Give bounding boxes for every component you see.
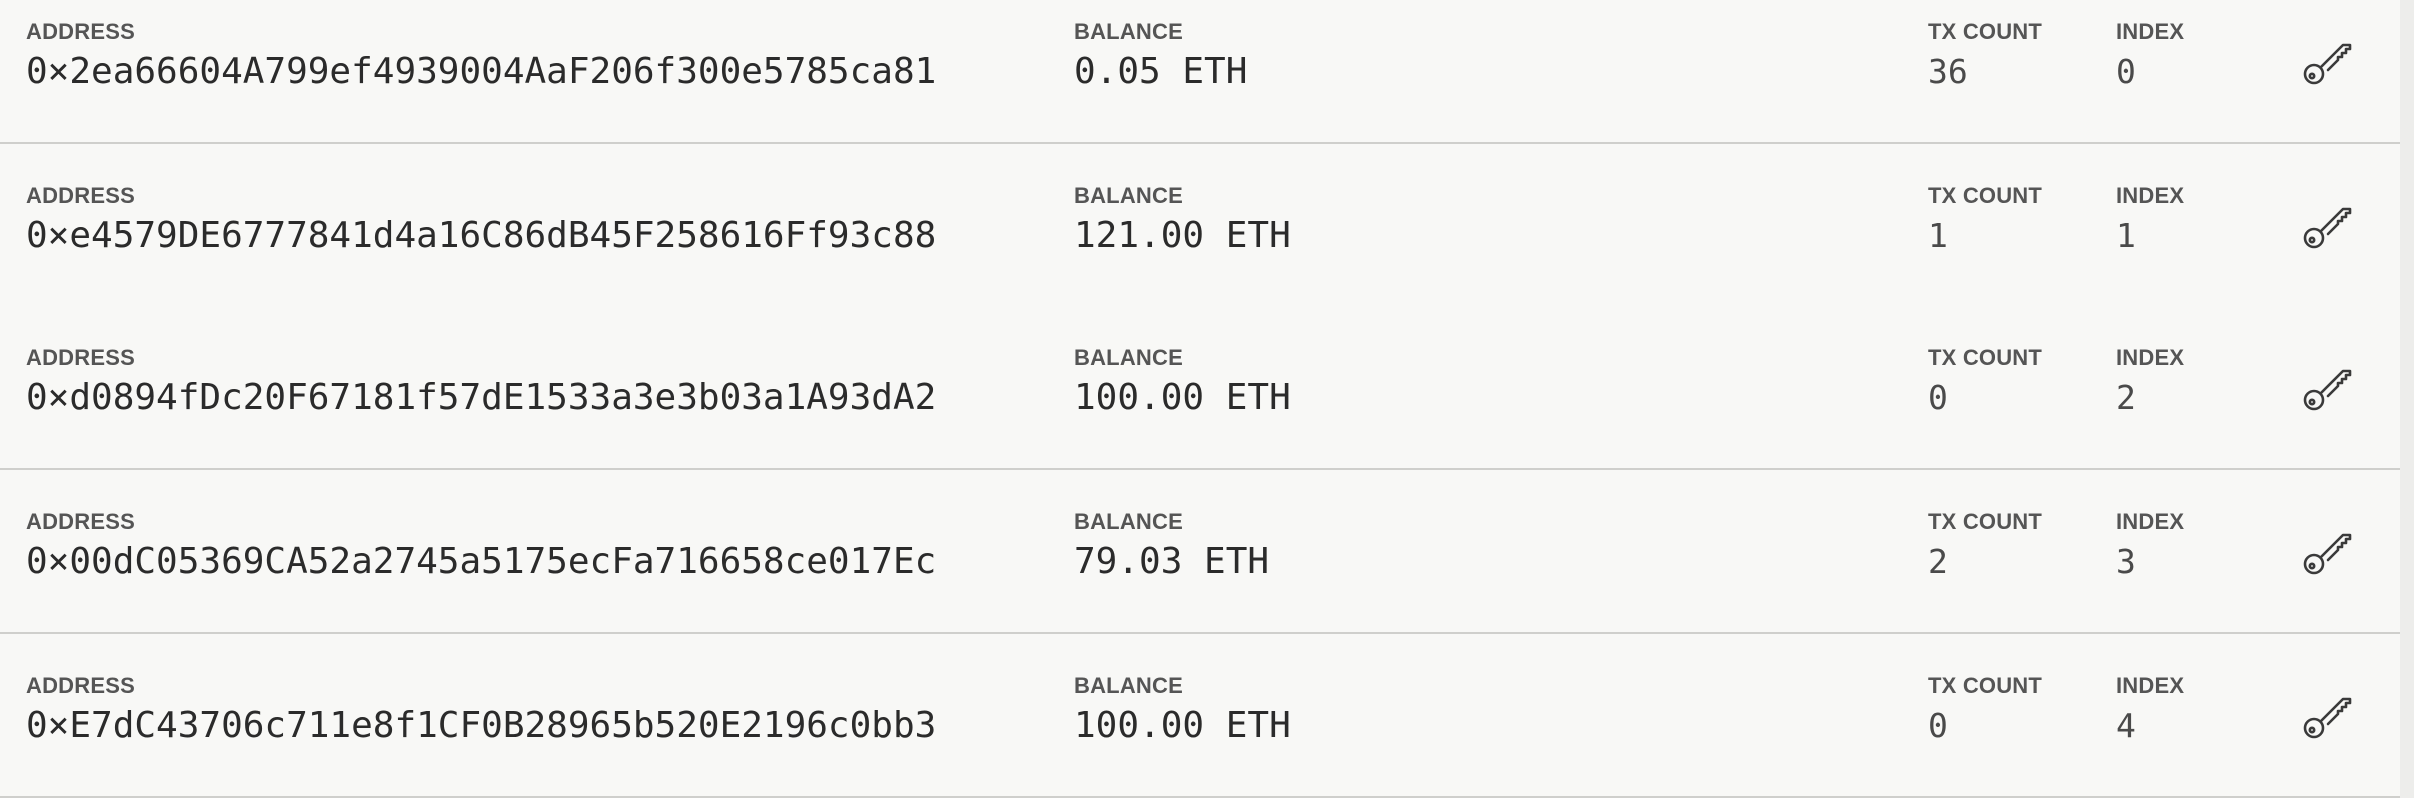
index-value: 0 <box>2116 52 2136 91</box>
index-field: INDEX 4 <box>2116 674 2184 748</box>
address-field: ADDRESS 0×e4579DE6777841d4a16C86dB45F258… <box>26 184 936 258</box>
tx-count-field: TX COUNT 0 <box>1928 346 2042 420</box>
address-value[interactable]: 0×d0894fDc20F67181f57dE1533a3e3b03a1A93d… <box>26 376 936 420</box>
index-field: INDEX 2 <box>2116 346 2184 420</box>
index-value: 4 <box>2116 706 2136 745</box>
show-keys-button[interactable] <box>2300 688 2354 742</box>
address-label: ADDRESS <box>26 673 135 698</box>
tx-count-label: TX COUNT <box>1928 345 2043 370</box>
balance-value: 100.00 ETH <box>1074 705 1291 746</box>
show-keys-button[interactable] <box>2300 198 2354 252</box>
balance-value: 0.05 ETH <box>1074 51 1248 92</box>
index-field: INDEX 0 <box>2116 20 2184 94</box>
balance-label: BALANCE <box>1074 345 1183 370</box>
show-keys-button[interactable] <box>2300 524 2354 578</box>
balance-field: BALANCE 0.05 ETH <box>1074 20 1247 94</box>
tx-count-label: TX COUNT <box>1928 673 2043 698</box>
tx-count-field: TX COUNT 1 <box>1928 184 2042 258</box>
account-row: ADDRESS 0×d0894fDc20F67181f57dE1533a3e3b… <box>0 306 2400 470</box>
address-label: ADDRESS <box>26 19 135 44</box>
address-field: ADDRESS 0×00dC05369CA52a2745a5175ecFa716… <box>26 510 936 584</box>
address-field: ADDRESS 0×E7dC43706c711e8f1CF0B28965b520… <box>26 674 936 748</box>
tx-count-value: 36 <box>1928 52 1968 91</box>
balance-value: 79.03 ETH <box>1074 541 1270 582</box>
address-value[interactable]: 0×2ea66604A799ef4939004AaF206f300e5785ca… <box>26 50 936 94</box>
balance-field: BALANCE 121.00 ETH <box>1074 184 1291 258</box>
balance-label: BALANCE <box>1074 19 1183 44</box>
index-value: 2 <box>2116 378 2136 417</box>
index-field: INDEX 3 <box>2116 510 2184 584</box>
show-keys-button[interactable] <box>2300 360 2354 414</box>
index-field: INDEX 1 <box>2116 184 2184 258</box>
address-field: ADDRESS 0×2ea66604A799ef4939004AaF206f30… <box>26 20 936 94</box>
balance-field: BALANCE 100.00 ETH <box>1074 346 1291 420</box>
tx-count-field: TX COUNT 0 <box>1928 674 2042 748</box>
account-row: ADDRESS 0×00dC05369CA52a2745a5175ecFa716… <box>0 470 2400 634</box>
tx-count-value: 0 <box>1928 378 1948 417</box>
balance-field: BALANCE 79.03 ETH <box>1074 510 1269 584</box>
tx-count-value: 0 <box>1928 706 1948 745</box>
tx-count-value: 1 <box>1928 216 1948 255</box>
address-field: ADDRESS 0×d0894fDc20F67181f57dE1533a3e3b… <box>26 346 936 420</box>
address-value[interactable]: 0×e4579DE6777841d4a16C86dB45F258616Ff93c… <box>26 214 936 258</box>
account-row: ADDRESS 0×2ea66604A799ef4939004AaF206f30… <box>0 0 2400 144</box>
account-row: ADDRESS 0×E7dC43706c711e8f1CF0B28965b520… <box>0 634 2400 798</box>
balance-value: 100.00 ETH <box>1074 377 1291 418</box>
key-icon <box>2303 369 2352 411</box>
address-value[interactable]: 0×00dC05369CA52a2745a5175ecFa716658ce017… <box>26 540 936 584</box>
address-label: ADDRESS <box>26 183 135 208</box>
index-label: INDEX <box>2116 509 2185 534</box>
balance-label: BALANCE <box>1074 183 1183 208</box>
index-label: INDEX <box>2116 673 2185 698</box>
balance-label: BALANCE <box>1074 509 1183 534</box>
index-label: INDEX <box>2116 345 2185 370</box>
balance-field: BALANCE 100.00 ETH <box>1074 674 1291 748</box>
address-label: ADDRESS <box>26 345 135 370</box>
key-icon <box>2303 43 2352 85</box>
tx-count-field: TX COUNT 36 <box>1928 20 2042 94</box>
index-value: 3 <box>2116 542 2136 581</box>
account-row: ADDRESS 0×e4579DE6777841d4a16C86dB45F258… <box>0 144 2400 308</box>
key-icon <box>2303 697 2352 739</box>
tx-count-label: TX COUNT <box>1928 509 2043 534</box>
tx-count-value: 2 <box>1928 542 1948 581</box>
index-label: INDEX <box>2116 183 2185 208</box>
index-label: INDEX <box>2116 19 2185 44</box>
show-keys-button[interactable] <box>2300 34 2354 88</box>
tx-count-label: TX COUNT <box>1928 183 2043 208</box>
balance-value: 121.00 ETH <box>1074 215 1291 256</box>
address-value[interactable]: 0×E7dC43706c711e8f1CF0B28965b520E2196c0b… <box>26 704 936 748</box>
accounts-list: ADDRESS 0×2ea66604A799ef4939004AaF206f30… <box>0 0 2400 798</box>
window-edge <box>2400 0 2414 798</box>
index-value: 1 <box>2116 216 2136 255</box>
balance-label: BALANCE <box>1074 673 1183 698</box>
tx-count-field: TX COUNT 2 <box>1928 510 2042 584</box>
key-icon <box>2303 207 2352 249</box>
address-label: ADDRESS <box>26 509 135 534</box>
tx-count-label: TX COUNT <box>1928 19 2043 44</box>
key-icon <box>2303 533 2352 575</box>
